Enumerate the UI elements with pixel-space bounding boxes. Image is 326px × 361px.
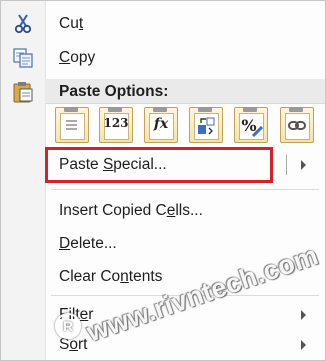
submenu-arrow-icon [301, 310, 306, 320]
paste-link-button[interactable] [280, 107, 314, 143]
menu-item-insert-copied-cells[interactable]: Insert Copied Cells... [1, 194, 325, 228]
paste-options-row: 123 fx % [49, 107, 325, 147]
copy-label: Copy [59, 49, 96, 66]
paste-options-header: Paste Options: [45, 79, 325, 104]
highlight-box [45, 147, 273, 183]
paste-formatting-button[interactable]: % [234, 107, 268, 143]
paste-formulas-icon: fx [153, 116, 169, 132]
menu-item-cut[interactable]: Cut [1, 7, 325, 41]
submenu-arrow-icon [301, 160, 306, 170]
cut-label: Cut [59, 15, 84, 32]
paste-options-title: Paste Options: [59, 83, 169, 100]
scissors-icon [11, 13, 35, 35]
insert-copied-cells-label: Insert Copied Cells... [59, 202, 203, 219]
submenu-arrow-icon [301, 340, 306, 350]
clear-contents-label: Clear Contents [59, 268, 163, 285]
paste-formulas-button[interactable]: fx [144, 107, 178, 143]
paste-transpose-button[interactable] [189, 107, 223, 143]
submenu-divider [286, 155, 287, 175]
delete-label: Delete... [59, 235, 117, 252]
paste-values-icon: 123 [103, 116, 129, 130]
brush-icon [251, 125, 264, 138]
separator [51, 189, 319, 190]
context-menu: Cut Copy Paste Options: 123 fx % Paste S… [0, 0, 326, 361]
clipboard-icon [11, 81, 35, 103]
copy-icon [11, 47, 35, 69]
menu-item-sort[interactable]: Sort [1, 328, 325, 360]
registered-mark-icon: R [55, 313, 81, 339]
paste-button[interactable] [55, 107, 89, 143]
paste-values-button[interactable]: 123 [99, 107, 133, 143]
menu-item-copy[interactable]: Copy [1, 41, 325, 75]
sort-label: Sort [59, 336, 88, 353]
